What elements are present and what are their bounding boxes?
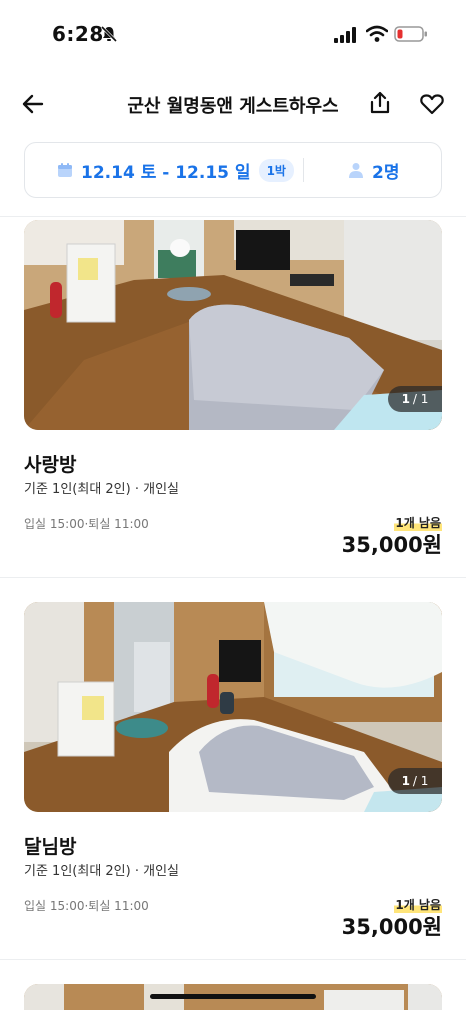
photo-counter: 1/ 1 xyxy=(388,386,442,412)
nights-badge: 1박 xyxy=(258,158,294,182)
room-description: 기준 1인(최대 2인) · 개인실 xyxy=(24,864,179,879)
share-icon[interactable] xyxy=(367,90,393,116)
room-photo[interactable]: 1/ 1 xyxy=(24,220,442,430)
header: 군산 월명동앤 게스트하우스 xyxy=(0,82,466,126)
signal-icon xyxy=(334,27,356,43)
photo-counter: 1/ 1 xyxy=(388,768,442,794)
bell-off-icon xyxy=(100,25,118,43)
heart-icon[interactable] xyxy=(419,92,445,116)
section-divider xyxy=(0,959,466,960)
guest-selector[interactable]: 2명 xyxy=(304,158,399,183)
guest-count-text: 2명 xyxy=(372,162,400,183)
room-photo[interactable]: 1/ 1 xyxy=(24,602,442,812)
room-photo-image xyxy=(24,602,442,812)
page-title: 군산 월명동앤 게스트하우스 xyxy=(127,96,339,117)
search-filter-bar: 12.14 토 - 12.15 일 1박 2명 xyxy=(24,142,442,198)
checkin-checkout-times: 입실 15:00·퇴실 11:00 xyxy=(24,517,149,531)
date-range-text: 12.14 토 - 12.15 일 xyxy=(81,162,251,183)
room-price: 35,000원 xyxy=(341,533,442,557)
calendar-icon xyxy=(58,163,72,177)
room-photo-image xyxy=(24,220,442,430)
battery-low-icon xyxy=(394,26,427,42)
checkin-checkout-times: 입실 15:00·퇴실 11:00 xyxy=(24,899,149,913)
section-divider xyxy=(0,577,466,578)
status-time: 6:28 xyxy=(52,22,104,46)
status-bar: 6:28 xyxy=(0,0,466,70)
home-indicator[interactable] xyxy=(150,994,316,999)
person-icon xyxy=(349,163,363,178)
header-divider xyxy=(0,216,466,217)
room-description: 기준 1인(최대 2인) · 개인실 xyxy=(24,482,179,497)
date-selector[interactable]: 12.14 토 - 12.15 일 1박 xyxy=(25,158,303,183)
room-name: 사랑방 xyxy=(24,454,77,476)
wifi-icon xyxy=(366,25,388,42)
room-name: 달님방 xyxy=(24,836,77,858)
room-price: 35,000원 xyxy=(341,915,442,939)
